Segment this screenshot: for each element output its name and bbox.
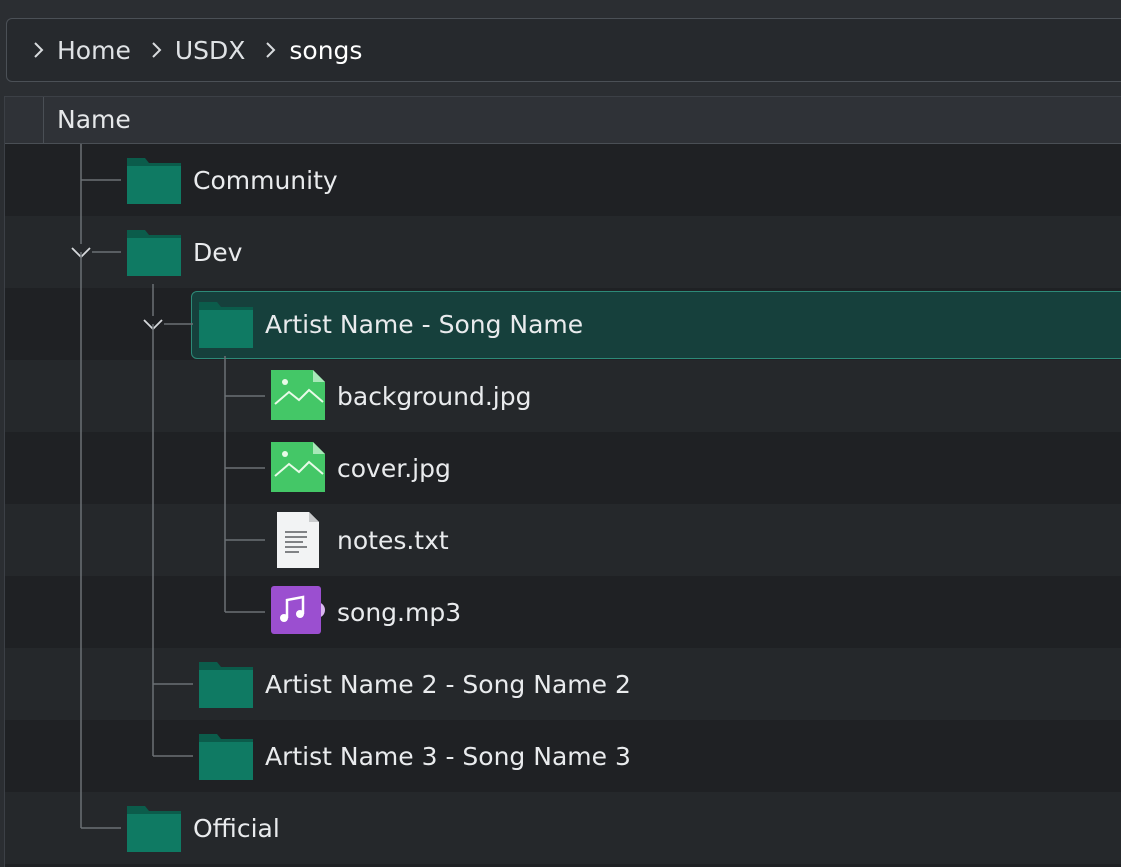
tree-row-content: Artist Name 2 - Song Name 2 bbox=[197, 648, 631, 720]
tree-row-label: background.jpg bbox=[337, 381, 532, 411]
tree-row-content: Artist Name 3 - Song Name 3 bbox=[197, 720, 631, 792]
tree-row-folder[interactable]: Artist Name - Song Name bbox=[5, 288, 1121, 360]
chevron-right-icon bbox=[152, 42, 162, 58]
breadcrumb-label: Home bbox=[57, 35, 131, 65]
image-file-icon bbox=[271, 370, 325, 420]
tree-row-label: notes.txt bbox=[337, 525, 449, 555]
tree-row-file[interactable]: song.mp3 bbox=[5, 576, 1121, 648]
tree-row-label: Artist Name 2 - Song Name 2 bbox=[265, 669, 631, 699]
breadcrumb: Home USDX songs bbox=[6, 18, 1121, 82]
chevron-right-icon bbox=[34, 42, 44, 58]
tree-row-label: Artist Name 3 - Song Name 3 bbox=[265, 741, 631, 771]
tree-row-file[interactable]: cover.jpg bbox=[5, 432, 1121, 504]
tree-row-label: cover.jpg bbox=[337, 453, 451, 483]
folder-icon bbox=[127, 230, 181, 276]
chevron-right-icon bbox=[266, 42, 276, 58]
tree-row-folder[interactable]: Official bbox=[5, 792, 1121, 864]
folder-icon bbox=[199, 302, 253, 348]
breadcrumb-item-songs[interactable]: songs bbox=[257, 36, 362, 65]
breadcrumb-item-usdx[interactable]: USDX bbox=[143, 35, 246, 65]
breadcrumb-item-home[interactable]: Home bbox=[25, 36, 131, 65]
breadcrumb-label: USDX bbox=[174, 35, 246, 65]
text-file-icon bbox=[277, 512, 319, 568]
folder-icon bbox=[127, 806, 181, 852]
folder-icon bbox=[199, 662, 253, 708]
tree-row-content: background.jpg bbox=[269, 360, 532, 432]
tree-row-folder[interactable]: Artist Name 2 - Song Name 2 bbox=[5, 648, 1121, 720]
header-gutter bbox=[5, 97, 44, 143]
image-file-icon bbox=[271, 442, 325, 492]
folder-icon bbox=[199, 734, 253, 780]
folder-icon bbox=[127, 158, 181, 204]
tree-row-content: Dev bbox=[125, 216, 242, 288]
tree-row-content: Community bbox=[125, 144, 338, 216]
tree-row-content: Artist Name - Song Name bbox=[197, 288, 583, 360]
tree-row-content: notes.txt bbox=[269, 504, 449, 576]
tree-row-content: song.mp3 bbox=[269, 576, 461, 648]
tree-row-file[interactable]: background.jpg bbox=[5, 360, 1121, 432]
tree-row-label: Dev bbox=[193, 237, 243, 267]
tree-row-label: Community bbox=[193, 165, 338, 195]
tree-row-folder[interactable]: Artist Name 3 - Song Name 3 bbox=[5, 720, 1121, 792]
file-browser-window: Home USDX songs Name Community Dev Artist … bbox=[0, 0, 1121, 867]
audio-file-icon bbox=[271, 586, 325, 634]
tree-row-label: Official bbox=[193, 813, 280, 843]
file-tree[interactable]: Name Community Dev Artist Name - Song Name… bbox=[4, 96, 1121, 867]
tree-row-folder[interactable]: Dev bbox=[5, 216, 1121, 288]
tree-header: Name bbox=[5, 97, 1121, 144]
column-header-name[interactable]: Name bbox=[57, 105, 131, 134]
tree-row-content: cover.jpg bbox=[269, 432, 451, 504]
tree-row-content: Official bbox=[125, 792, 280, 864]
breadcrumb-label: songs bbox=[289, 35, 363, 65]
tree-row-folder[interactable]: Community bbox=[5, 144, 1121, 216]
tree-row-file[interactable]: notes.txt bbox=[5, 504, 1121, 576]
tree-row-label: Artist Name - Song Name bbox=[265, 309, 584, 339]
tree-row-label: song.mp3 bbox=[337, 597, 462, 627]
